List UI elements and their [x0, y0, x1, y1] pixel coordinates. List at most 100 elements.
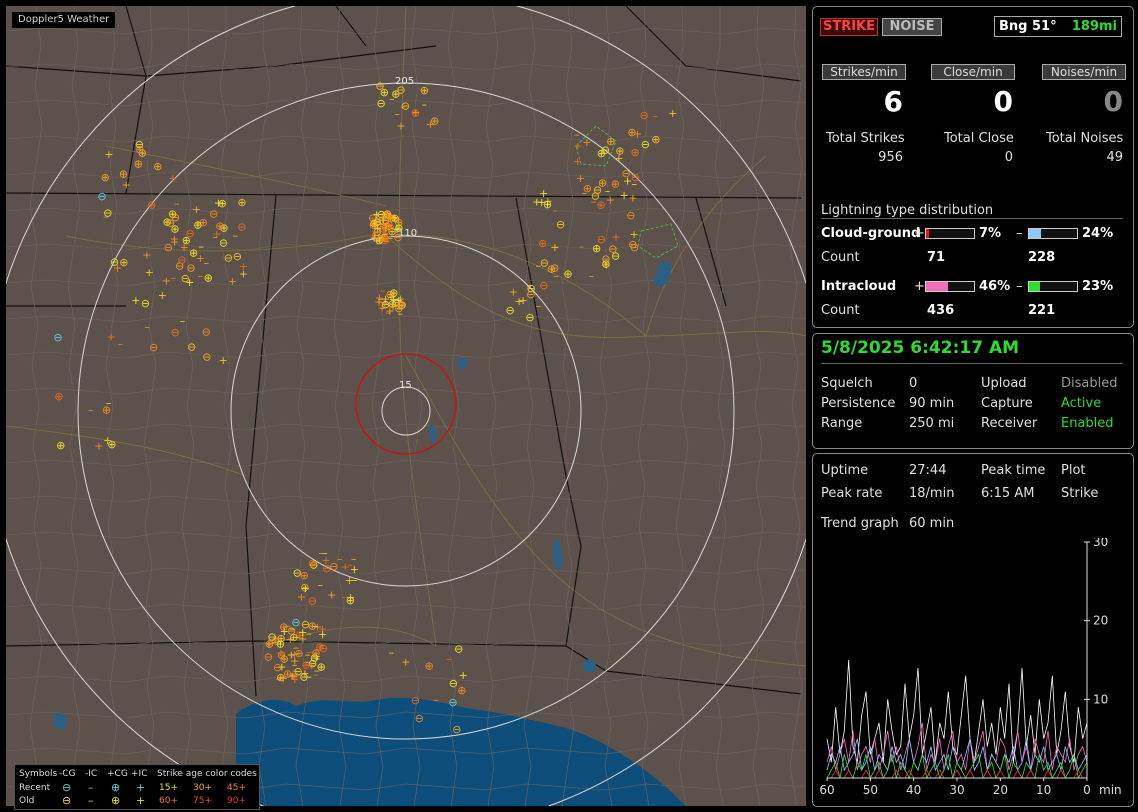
lightning-map[interactable]: 205 110 15 + – – + ⊕ – + ⊕ + – – + ⊖ + ⊖ ⊕ ⊕ + – ⊖ ⊕ ⊖ ⊕ – ⊕ ⊕ ⊖ – +…	[6, 6, 806, 810]
strike-marker: +	[239, 268, 248, 281]
strike-marker: ⊖	[141, 297, 150, 310]
strike-marker: ⊕	[583, 182, 592, 195]
strike-marker: –	[579, 240, 585, 253]
strike-marker: +	[301, 582, 310, 595]
plot-label: Plot	[1061, 463, 1086, 478]
legend-age-title: Strike age color codes	[157, 769, 257, 779]
trend-y-tick-label: 30	[1093, 538, 1108, 549]
strike-marker: ⊕	[182, 234, 191, 247]
legend-symbols-label: Symbols	[19, 769, 58, 779]
strike-marker: ⊖	[171, 211, 180, 224]
ic-plus-sign: +	[914, 279, 925, 294]
strike-marker: ⊖	[135, 138, 144, 151]
legend-old-label: Old	[19, 796, 35, 806]
trend-x-tick-label: 50	[863, 783, 878, 797]
strike-marker: –	[313, 668, 319, 681]
strike-marker: ⊕	[563, 268, 572, 281]
peak-rate-label: Peak rate	[821, 486, 883, 501]
strike-marker: +	[276, 647, 285, 660]
strike-marker: ⊖	[202, 326, 211, 339]
strike-marker: –	[199, 240, 205, 253]
plot-value[interactable]: Strike	[1061, 486, 1098, 501]
trend-graph-value[interactable]: 60 min	[909, 516, 954, 531]
strike-marker: ⊖	[319, 642, 328, 655]
receiver-value: Enabled	[1061, 416, 1114, 431]
strike-marker: ⊖	[454, 642, 463, 655]
range-rings	[6, 6, 806, 806]
strike-marker: ⊕	[651, 133, 660, 146]
strike-marker: ⊖	[202, 351, 211, 364]
strike-marker: ⊕	[611, 178, 620, 191]
range-value: 250 mi	[909, 416, 955, 431]
strike-marker: +	[94, 439, 103, 452]
symbol-legend: Symbols -CG -IC +CG +IC Strike age color…	[14, 764, 260, 810]
strike-marker: +	[623, 174, 632, 187]
strike-marker: ⊕	[134, 157, 143, 170]
bearing-value: Bng 51°	[999, 19, 1057, 34]
strike-marker: ⊕	[153, 160, 162, 173]
strike-marker: +	[264, 637, 273, 650]
datetime-divider	[821, 363, 1123, 364]
noises-per-min-button[interactable]: Noises/min	[1042, 64, 1126, 80]
legend-recent-label: Recent	[19, 783, 51, 793]
strike-marker: +	[668, 107, 677, 120]
persistence-label: Persistence	[821, 396, 896, 411]
legend-col-ncg: -CG	[59, 769, 76, 779]
legend-age-15: 15+	[159, 783, 178, 793]
cg-label: Cloud-ground	[821, 226, 921, 241]
legend-age-75: 75+	[193, 796, 212, 806]
strike-marker: +	[573, 139, 582, 152]
strike-marker: ⊕	[457, 684, 466, 697]
legend-age-60: 60+	[159, 796, 178, 806]
strike-marker: –	[171, 271, 177, 284]
strike-mode-button[interactable]: STRIKE	[820, 18, 878, 36]
strike-marker: ⊖	[452, 723, 461, 736]
strike-marker: –	[118, 337, 124, 350]
gulf-water	[236, 697, 566, 806]
total-noises-value: 49	[1106, 150, 1123, 165]
strike-marker: ⊕	[107, 438, 116, 451]
strike-marker: –	[536, 300, 542, 313]
legend-old-ncg-icon: ⊖	[62, 794, 72, 807]
strike-marker: ⊕	[215, 220, 224, 233]
strike-marker: ⊕	[189, 246, 198, 259]
strike-marker: –	[536, 259, 542, 272]
cg-plus-sign: +	[914, 226, 925, 241]
legend-age-45: 45+	[227, 783, 246, 793]
strike-marker: +	[550, 241, 559, 254]
total-strikes-label: Total Strikes	[826, 131, 905, 146]
strike-marker: +	[122, 178, 131, 191]
strike-marker: ⊖	[264, 650, 273, 663]
close-per-min-button[interactable]: Close/min	[931, 64, 1015, 80]
legend-old-pic-icon: +	[136, 794, 146, 807]
strike-marker: +	[219, 354, 228, 367]
strike-marker: ⊖	[539, 279, 548, 292]
distance-value: 189mi	[1071, 19, 1117, 34]
strike-marker: –	[313, 620, 319, 633]
strike-marker: –	[552, 204, 558, 217]
cg-plus-percent: 7%	[979, 226, 1002, 241]
strike-marker: ⊕	[592, 242, 601, 255]
total-strikes-value: 956	[878, 150, 903, 165]
noises-per-min-value: 0	[1103, 85, 1123, 118]
strike-marker: –	[391, 293, 397, 306]
strike-marker: –	[605, 184, 611, 197]
strike-marker: –	[337, 553, 343, 566]
persistence-value: 90 min	[909, 396, 955, 411]
noise-mode-button[interactable]: NOISE	[882, 18, 942, 36]
strike-marker: ⊕	[425, 659, 434, 672]
ring-outer	[6, 6, 806, 806]
strike-stats-panel: STRIKE NOISE Bng 51° 189mi Strikes/min C…	[812, 6, 1134, 328]
strike-marker: –	[433, 694, 439, 707]
strike-marker: –	[306, 646, 312, 659]
strike-marker: –	[589, 269, 595, 282]
strike-marker: ⊕	[101, 171, 110, 184]
trend-x-tick-label: 60	[819, 783, 834, 797]
cg-minus-count: 228	[1028, 250, 1056, 265]
ic-count-label: Count	[821, 303, 860, 318]
strikes-per-min-button[interactable]: Strikes/min	[822, 64, 906, 80]
capture-label: Capture	[981, 396, 1033, 411]
ic-minus-count: 221	[1028, 303, 1056, 318]
trend-chart: 30 20 10 60 50 40 30 20 10 0 min	[819, 538, 1121, 797]
strike-marker: ⊖	[449, 677, 458, 690]
